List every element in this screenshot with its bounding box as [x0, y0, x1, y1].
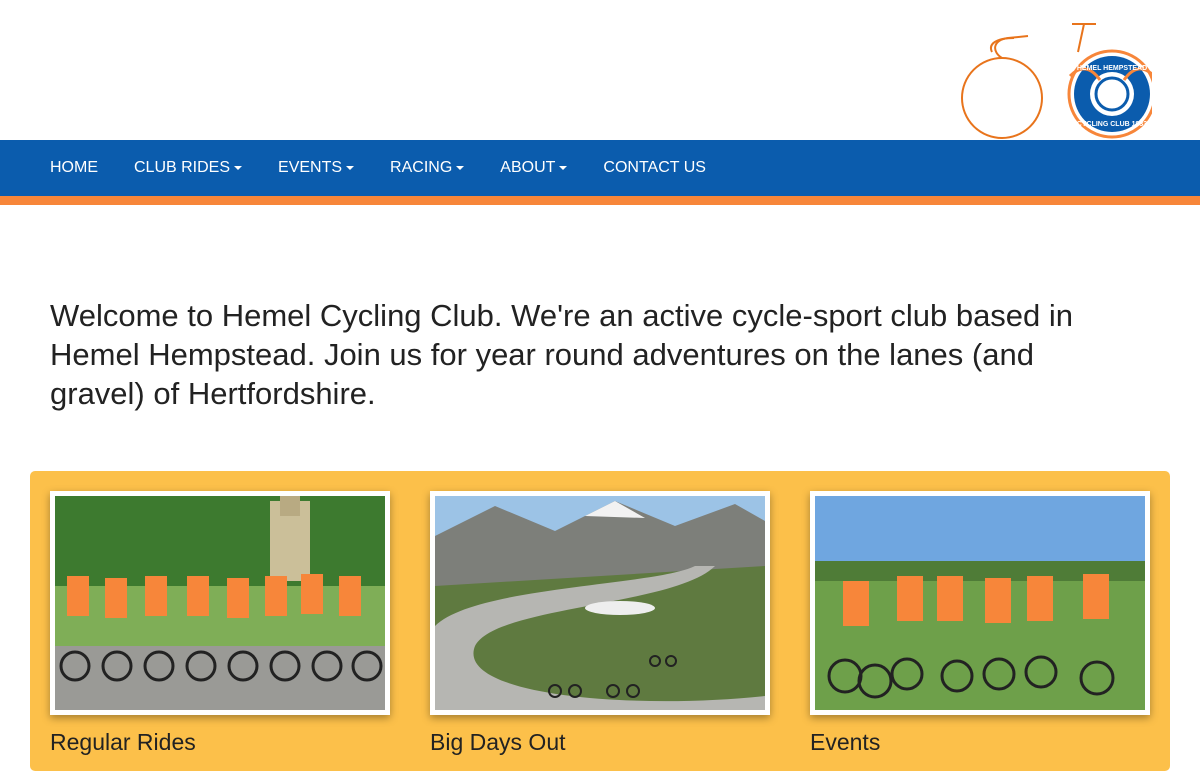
- nav-item-label: CLUB RIDES: [134, 159, 231, 176]
- nav-item-label: HOME: [50, 159, 98, 176]
- intro-text: Welcome to Hemel Cycling Club. We're an …: [50, 298, 1074, 411]
- card-regular-rides: Regular Rides: [50, 491, 390, 756]
- caret-down-icon: [456, 166, 465, 170]
- riders-in-field-photo: [815, 496, 1145, 710]
- nav-item-label: ABOUT: [500, 159, 556, 176]
- nav-item-racing[interactable]: RACING: [390, 159, 465, 177]
- nav-item-about[interactable]: ABOUT: [500, 159, 568, 177]
- card-title[interactable]: Regular Rides: [50, 729, 390, 756]
- card-title[interactable]: Events: [810, 729, 1150, 756]
- club-badge-icon: HEMEL HEMPSTEAD CYCLING CLUB 1933: [1067, 49, 1152, 139]
- nav-item-label: RACING: [390, 159, 453, 176]
- nav-item-home[interactable]: HOME: [50, 159, 98, 177]
- card-title[interactable]: Big Days Out: [430, 729, 770, 756]
- card-events: Events: [810, 491, 1150, 756]
- nav-item-events[interactable]: EVENTS: [278, 159, 355, 177]
- card-photo[interactable]: [810, 491, 1150, 715]
- svg-text:HEMEL HEMPSTEAD: HEMEL HEMPSTEAD: [1077, 65, 1147, 72]
- mountain-hairpin-road-photo: [435, 496, 765, 710]
- site-header: HEMEL HEMPSTEAD CYCLING CLUB 1933: [0, 0, 1200, 140]
- group-of-riders-at-church-photo: [55, 496, 385, 710]
- main-nav: HOME CLUB RIDES EVENTS RACING ABOUT CONT…: [0, 140, 1200, 205]
- svg-text:CYCLING CLUB 1933: CYCLING CLUB 1933: [1077, 121, 1148, 128]
- nav-item-contact-us[interactable]: CONTACT US: [603, 159, 706, 177]
- feature-cards-panel: Regular Rides Big Days Out Events: [30, 471, 1170, 771]
- caret-down-icon: [559, 166, 568, 170]
- caret-down-icon: [346, 166, 355, 170]
- nav-item-club-rides[interactable]: CLUB RIDES: [134, 159, 243, 177]
- card-photo[interactable]: [430, 491, 770, 715]
- card-big-days-out: Big Days Out: [430, 491, 770, 756]
- club-logo[interactable]: HEMEL HEMPSTEAD CYCLING CLUB 1933: [952, 18, 1152, 140]
- card-photo[interactable]: [50, 491, 390, 715]
- nav-item-label: CONTACT US: [603, 159, 706, 176]
- caret-down-icon: [234, 166, 243, 170]
- nav-item-label: EVENTS: [278, 159, 343, 176]
